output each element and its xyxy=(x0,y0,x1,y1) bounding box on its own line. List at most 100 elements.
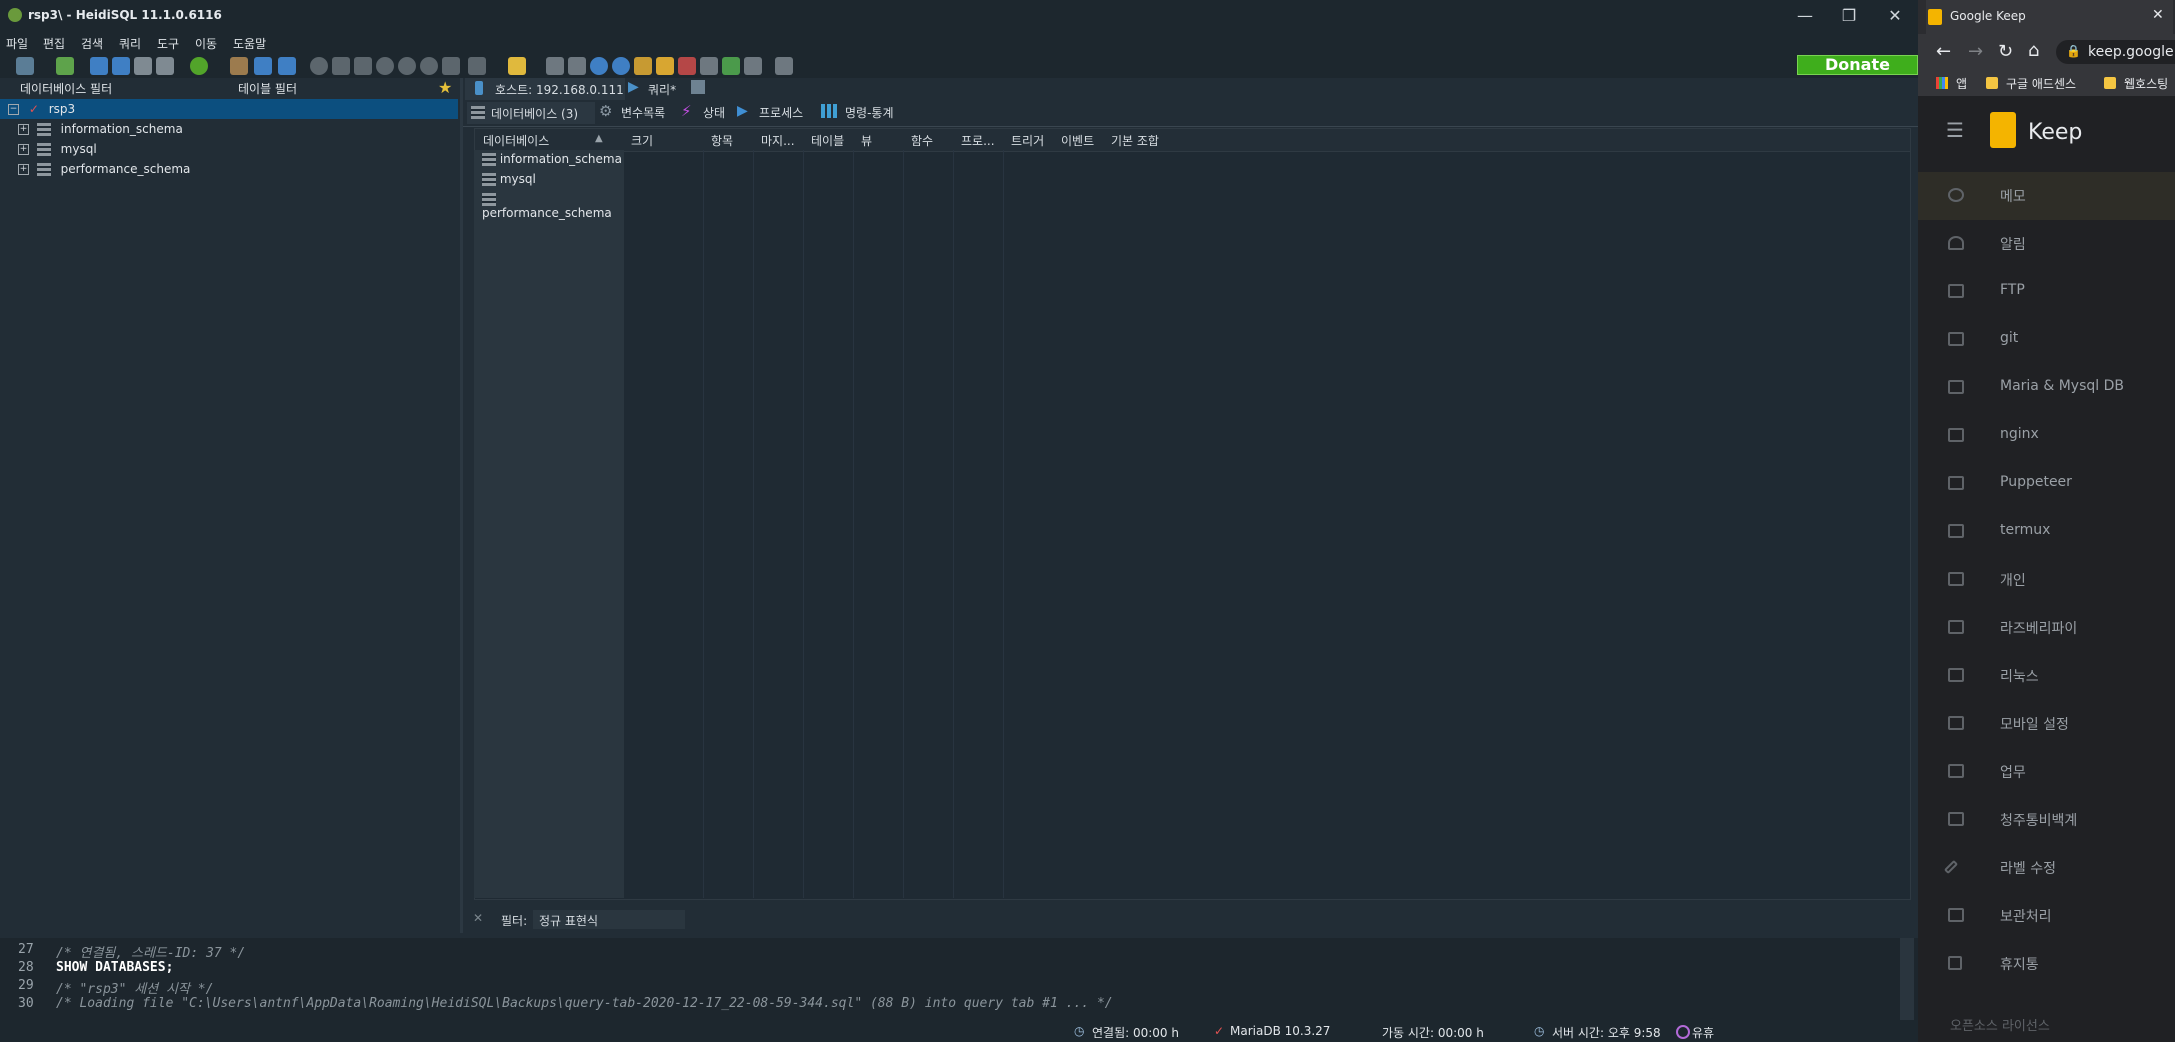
beautify-icon[interactable] xyxy=(634,57,652,75)
keep-nav-label[interactable]: Maria & Mysql DB xyxy=(1918,364,2175,412)
table-filter[interactable]: 테이블 필터 xyxy=(238,80,297,97)
tree-item-performance-schema[interactable]: + performance_schema xyxy=(0,159,458,179)
col-database[interactable]: 데이터베이스 xyxy=(483,132,549,149)
print-icon[interactable] xyxy=(156,57,174,75)
close-filter-icon[interactable]: ✕ xyxy=(473,911,483,925)
col-default-collation[interactable]: 기본 조합 xyxy=(1111,132,1159,149)
bookmark-adsense[interactable]: 구글 애드센스 xyxy=(2006,75,2076,92)
keep-nav-label[interactable]: termux xyxy=(1918,508,2175,556)
close-tab-icon[interactable] xyxy=(775,57,793,75)
hamburger-menu-icon[interactable]: ☰ xyxy=(1946,118,1964,142)
table-row[interactable]: mysql xyxy=(482,172,536,186)
filter-input[interactable]: 정규 표현식 xyxy=(533,910,685,929)
address-bar[interactable]: 🔒 keep.google. xyxy=(2056,40,2175,64)
post-icon[interactable] xyxy=(420,57,438,75)
tab-host[interactable]: 호스트: 192.168.0.111 xyxy=(465,78,625,102)
tab-google-keep[interactable]: Google Keep ✕ xyxy=(1926,0,2173,34)
tab-databases[interactable]: 데이터베이스 (3) xyxy=(467,102,595,124)
help-icon[interactable] xyxy=(310,57,328,75)
find-next-icon[interactable] xyxy=(612,57,630,75)
menu-query[interactable]: 쿼리 xyxy=(119,35,141,52)
col-tables[interactable]: 테이블 xyxy=(811,132,844,149)
tab-command-stats[interactable]: 명령-통계 xyxy=(845,103,894,123)
reload-icon[interactable]: ↻ xyxy=(1998,41,2013,62)
keep-nav-label[interactable]: Puppeteer xyxy=(1918,460,2175,508)
keep-nav-archive[interactable]: 보관처리 xyxy=(1918,892,2175,940)
menu-search[interactable]: 검색 xyxy=(81,35,103,52)
close-button[interactable]: ✕ xyxy=(1872,0,1918,32)
col-triggers[interactable]: 트리거 xyxy=(1011,132,1044,149)
open-source-licenses-link[interactable]: 오픈소스 라이선스 xyxy=(1950,1015,2050,1034)
tree-item-information-schema[interactable]: + information_schema xyxy=(0,119,458,139)
keep-nav-label[interactable]: FTP xyxy=(1918,268,2175,316)
log-scrollbar[interactable] xyxy=(1900,938,1914,1020)
keep-nav-label[interactable]: 리눅스 xyxy=(1918,652,2175,700)
keep-nav-trash[interactable]: 휴지통 xyxy=(1918,940,2175,988)
col-items[interactable]: 항목 xyxy=(711,132,733,149)
col-views[interactable]: 뷰 xyxy=(861,132,872,149)
undo-icon[interactable] xyxy=(134,57,152,75)
keep-nav-label[interactable]: 모바일 설정 xyxy=(1918,700,2175,748)
warning-icon[interactable] xyxy=(656,57,674,75)
tree-item-rsp3[interactable]: − ✓ rsp3 xyxy=(0,99,458,119)
table-row[interactable]: information_schema xyxy=(482,152,622,166)
col-procedures[interactable]: 프로... xyxy=(961,132,995,149)
expand-icon[interactable]: + xyxy=(18,124,29,135)
paste-icon[interactable] xyxy=(112,57,130,75)
keep-nav-label[interactable]: git xyxy=(1918,316,2175,364)
keep-nav-label[interactable]: 라즈베리파이 xyxy=(1918,604,2175,652)
cancel-icon[interactable] xyxy=(442,57,460,75)
donate-button[interactable]: Donate xyxy=(1797,55,1918,75)
home-icon[interactable]: ⌂ xyxy=(2028,40,2039,61)
grid-icon[interactable] xyxy=(678,57,696,75)
keep-nav-label[interactable]: 청주통비백계 xyxy=(1918,796,2175,844)
favorite-star-icon[interactable]: ★ xyxy=(438,78,452,97)
keep-nav-notes[interactable]: 메모 xyxy=(1918,172,2175,220)
collapse-icon[interactable]: − xyxy=(8,104,19,115)
new-query-tab-icon[interactable] xyxy=(691,80,705,94)
export-icon[interactable] xyxy=(254,57,272,75)
expand-icon[interactable]: + xyxy=(18,144,29,155)
wrap-icon[interactable] xyxy=(700,57,718,75)
first-icon[interactable] xyxy=(332,57,350,75)
keep-nav-edit-labels[interactable]: 라벨 수정 xyxy=(1918,844,2175,892)
database-filter[interactable]: 데이터베이스 필터 xyxy=(20,80,112,97)
menu-go[interactable]: 이동 xyxy=(195,35,217,52)
apps-icon[interactable] xyxy=(1936,77,1948,89)
reconnect-icon[interactable] xyxy=(722,57,740,75)
sync-icon[interactable] xyxy=(278,57,296,75)
col-last-modified[interactable]: 마지... xyxy=(761,132,795,149)
col-events[interactable]: 이벤트 xyxy=(1061,132,1094,149)
tree-item-mysql[interactable]: + mysql xyxy=(0,139,458,159)
connect-icon[interactable] xyxy=(16,57,34,75)
open-folder-icon[interactable] xyxy=(508,57,526,75)
save-as-icon[interactable] xyxy=(568,57,586,75)
forward-icon[interactable]: → xyxy=(1968,41,1983,62)
splitter[interactable] xyxy=(460,78,463,933)
minimize-button[interactable]: — xyxy=(1782,0,1828,32)
add-icon[interactable] xyxy=(376,57,394,75)
find-icon[interactable] xyxy=(590,57,608,75)
last-icon[interactable] xyxy=(354,57,372,75)
close-tab-icon[interactable]: ✕ xyxy=(2152,7,2164,23)
expand-icon[interactable]: + xyxy=(18,164,29,175)
user-manager-icon[interactable] xyxy=(230,57,248,75)
menu-edit[interactable]: 편집 xyxy=(43,35,65,52)
col-functions[interactable]: 함수 xyxy=(911,132,933,149)
tab-variables[interactable]: 변수목록 xyxy=(621,103,665,123)
keep-nav-label[interactable]: 개인 xyxy=(1918,556,2175,604)
refresh-icon[interactable] xyxy=(190,57,208,75)
bookmark-apps[interactable]: 앱 xyxy=(1956,75,1967,92)
delete-icon[interactable] xyxy=(398,57,416,75)
sql-log[interactable]: 27 /* 연결됨, 스레드-ID: 37 */ 28 SHOW DATABAS… xyxy=(0,938,1918,1020)
tab-query[interactable]: 쿼리* xyxy=(648,81,676,98)
disconnect-icon[interactable] xyxy=(56,57,74,75)
menu-file[interactable]: 파일 xyxy=(6,35,28,52)
keep-nav-label[interactable]: nginx xyxy=(1918,412,2175,460)
menu-tools[interactable]: 도구 xyxy=(157,35,179,52)
save-icon[interactable] xyxy=(546,57,564,75)
keep-nav-label[interactable]: 업무 xyxy=(1918,748,2175,796)
keep-nav-reminders[interactable]: 알림 xyxy=(1918,220,2175,268)
table-row[interactable]: performance_schema xyxy=(482,192,624,220)
copy-icon[interactable] xyxy=(90,57,108,75)
